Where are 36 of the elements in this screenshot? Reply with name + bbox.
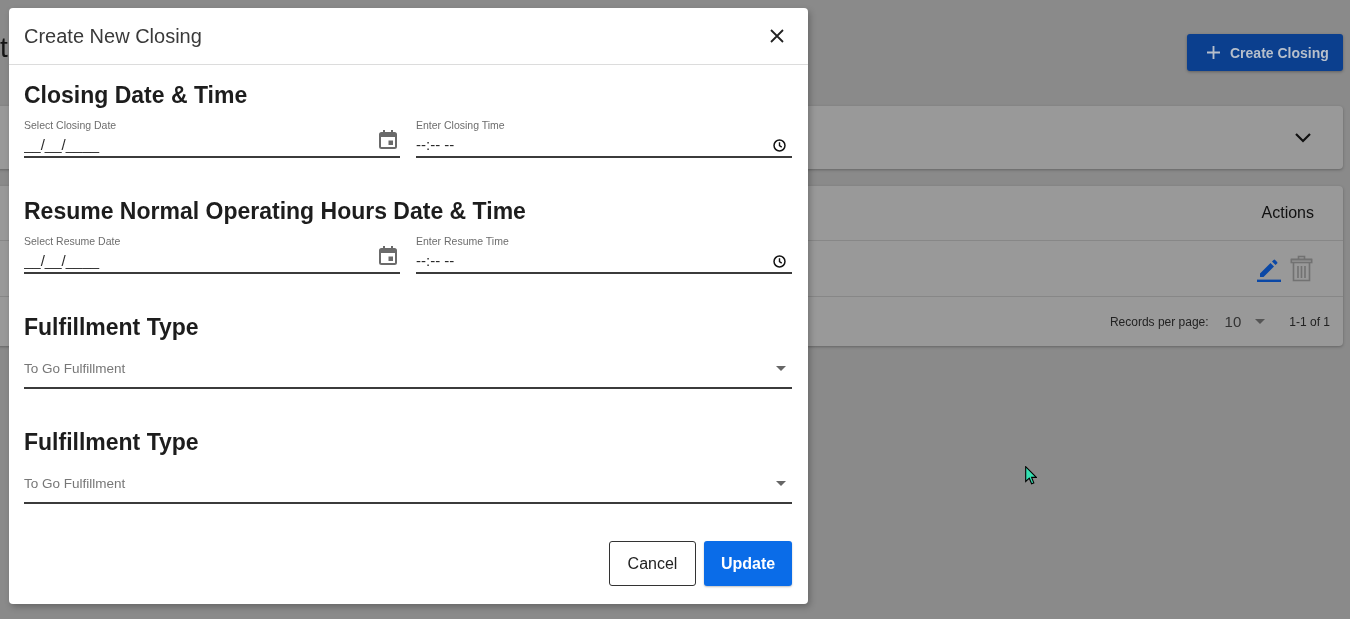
create-closing-button[interactable]: Create Closing — [1187, 34, 1343, 71]
section-heading: Closing Date & Time — [24, 81, 249, 110]
fulfillment-type-select[interactable]: To Go Fulfillment — [24, 465, 792, 504]
close-icon — [770, 29, 784, 43]
column-header: Actions — [1261, 204, 1314, 222]
page-range: 1-1 of 1 — [1289, 314, 1330, 329]
field-label: Enter Closing Time — [416, 118, 506, 132]
caret-icon — [776, 366, 786, 371]
time-input-field[interactable]: --:-- -- — [416, 132, 792, 158]
section-heading: Resume Normal Operating Hours Date & Time — [24, 197, 527, 226]
records-per-page-label: Records per page: — [1109, 314, 1209, 329]
mouse-pointer-icon — [1025, 466, 1037, 485]
close-button[interactable] — [768, 27, 786, 45]
clock-icon[interactable] — [773, 139, 786, 152]
time-input-field[interactable]: --:-- -- — [416, 248, 792, 274]
field-label: Select Resume Date — [24, 234, 122, 248]
caret-icon — [776, 481, 786, 486]
fulfillment-type-select[interactable]: To Go Fulfillment — [24, 350, 792, 389]
pencil-icon[interactable] — [1257, 258, 1281, 282]
cancel-button[interactable]: Cancel — [609, 541, 696, 586]
clock-icon[interactable] — [773, 255, 786, 268]
dialog-title: Create New Closing — [24, 24, 202, 48]
date-input-field[interactable]: __/__/____ — [24, 248, 400, 274]
update-button[interactable]: Update — [704, 541, 792, 586]
plus-icon — [1207, 46, 1220, 59]
chevron-icon[interactable] — [1295, 132, 1311, 143]
field-label: Enter Resume Time — [416, 234, 510, 248]
field-label: Select Closing Date — [24, 118, 118, 132]
records-per-page-select[interactable]: 10 — [1224, 313, 1266, 330]
section-heading: Fulfillment Type — [24, 313, 200, 342]
calendar-icon[interactable] — [379, 246, 397, 265]
section-heading: Fulfillment Type — [24, 428, 200, 457]
caret-icon — [1255, 319, 1266, 324]
page-title: t — [0, 34, 7, 62]
date-input-field[interactable]: __/__/____ — [24, 132, 400, 158]
calendar-icon[interactable] — [379, 130, 397, 149]
